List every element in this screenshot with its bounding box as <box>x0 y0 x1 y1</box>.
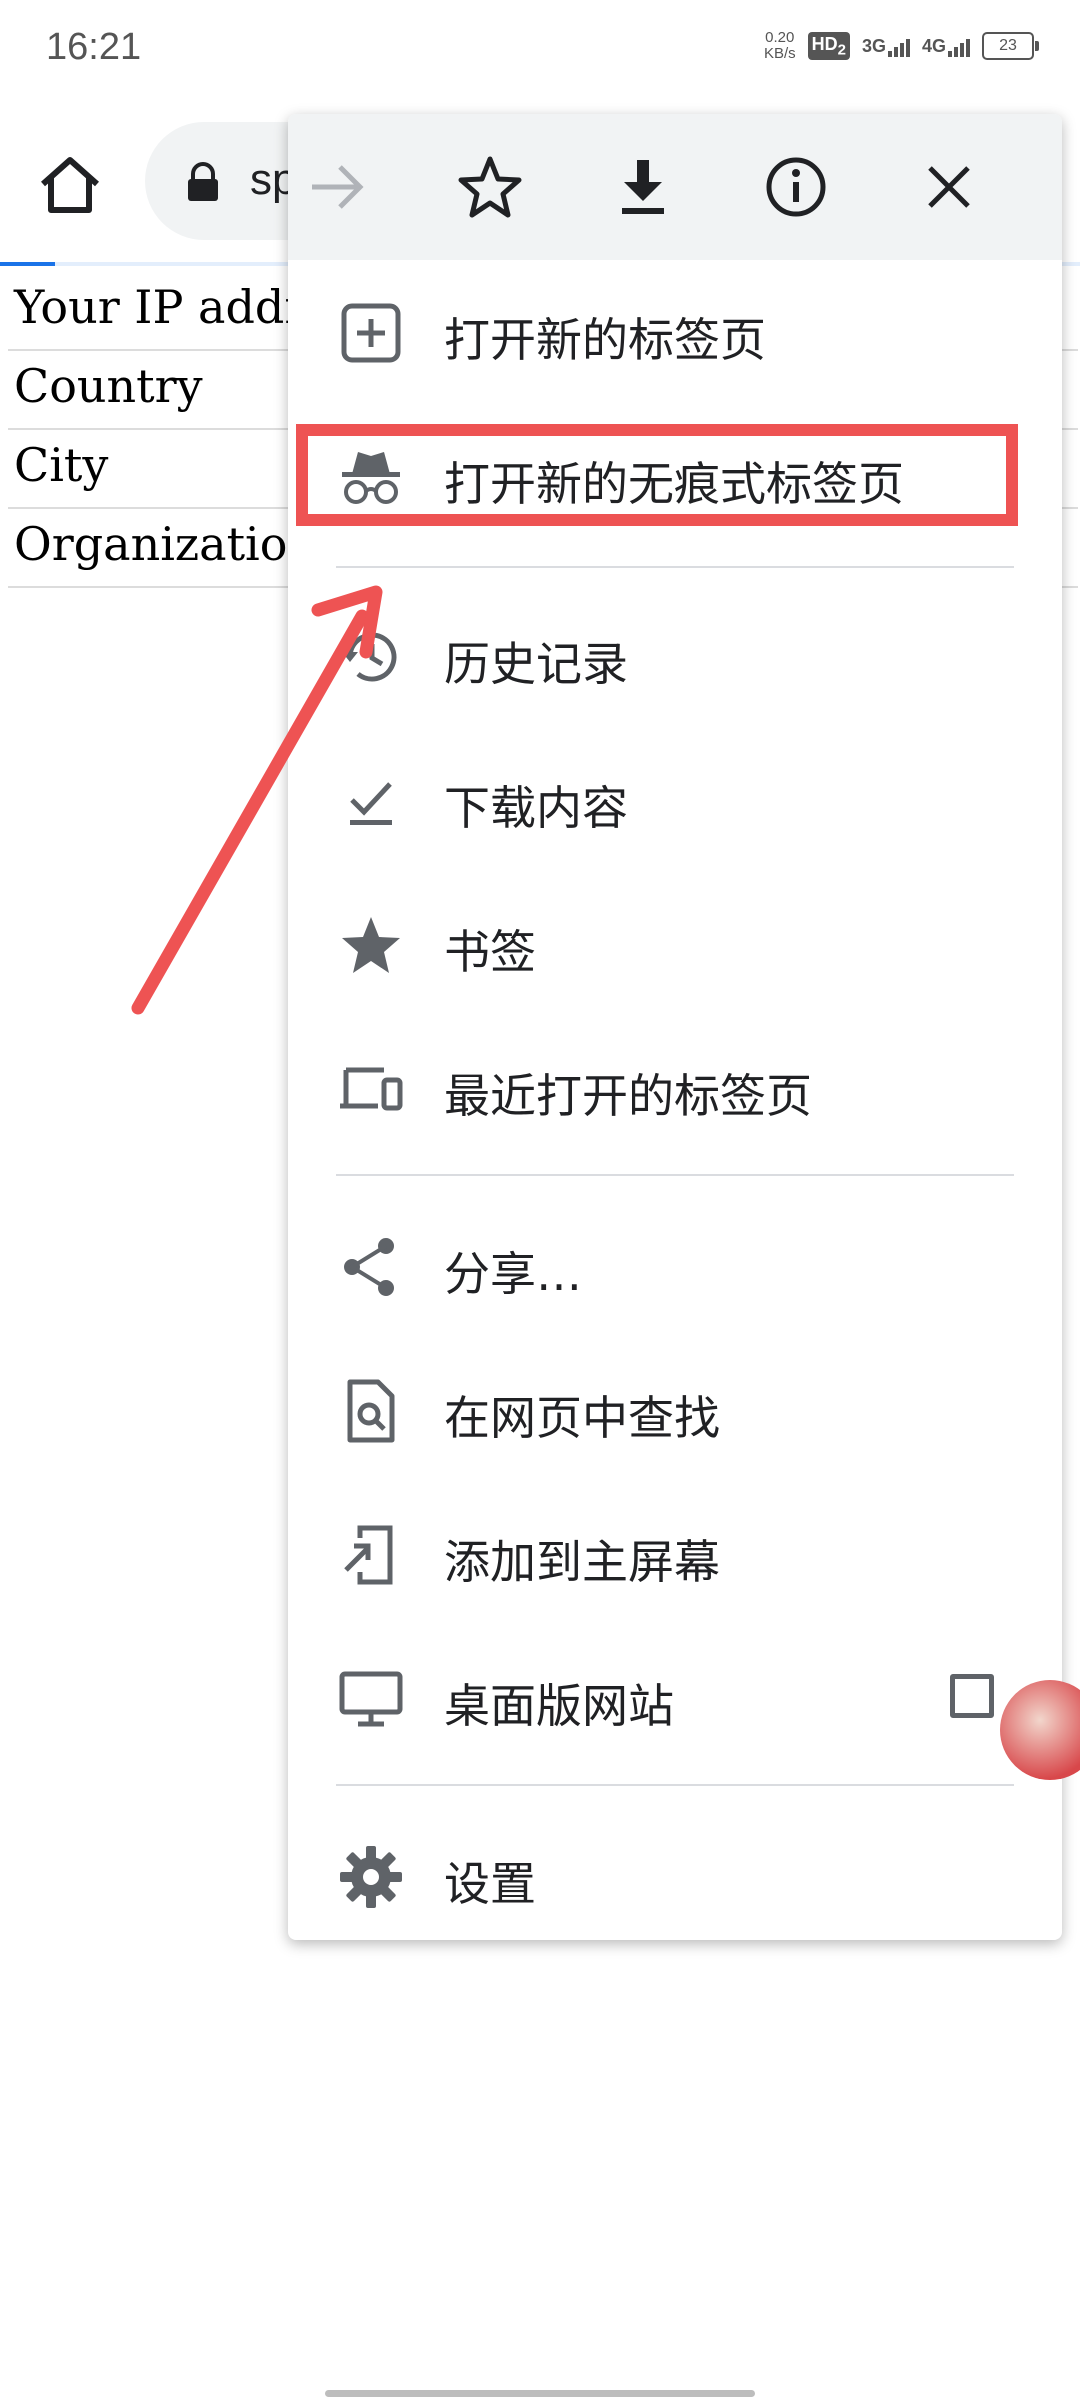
hd-voice-icon: HD2 <box>807 31 850 61</box>
signal-3g-icon: 3G <box>862 36 910 57</box>
menu-divider <box>336 1784 1014 1786</box>
menu-divider <box>336 1174 1014 1176</box>
desktop-icon <box>339 1671 403 1727</box>
menu-item-label: 书签 <box>444 925 536 979</box>
downloads-check-icon <box>350 782 392 825</box>
find-in-page-icon <box>347 1379 395 1443</box>
menu-item-new-tab[interactable]: 打开新的标签页 <box>288 260 1062 404</box>
menu-item-downloads[interactable]: 下载内容 <box>288 728 1062 872</box>
menu-item-label: 桌面版网站 <box>444 1679 674 1733</box>
status-bar: 16:21 0.20 KB/s HD2 3G 4G 23 <box>0 0 1080 100</box>
lock-icon <box>188 162 218 201</box>
menu-item-label: 分享… <box>444 1247 582 1301</box>
menu-item-find-in-page[interactable]: 在网页中查找 <box>288 1338 1062 1482</box>
menu-item-settings[interactable]: 设置 <box>288 1804 1062 1948</box>
status-time: 16:21 <box>46 26 142 68</box>
menu-item-label: 打开新的标签页 <box>444 313 766 367</box>
network-speed: 0.20 KB/s <box>763 29 796 62</box>
new-tab-icon <box>341 303 401 363</box>
menu-item-desktop-site[interactable]: 桌面版网站 <box>288 1626 1062 1770</box>
share-icon <box>344 1238 394 1296</box>
annotation-highlight-box <box>296 424 1018 526</box>
menu-item-label: 下载内容 <box>444 781 628 835</box>
menu-item-add-to-home[interactable]: 添加到主屏幕 <box>288 1482 1062 1626</box>
menu-action-row <box>288 114 1062 260</box>
menu-item-share[interactable]: 分享… <box>288 1194 1062 1338</box>
menu-divider <box>336 566 1014 568</box>
history-icon <box>342 632 397 682</box>
forward-icon[interactable] <box>302 152 372 222</box>
menu-item-label: 最近打开的标签页 <box>444 1069 812 1123</box>
desktop-site-checkbox[interactable] <box>950 1674 994 1718</box>
menu-item-bookmarks[interactable]: 书签 <box>288 872 1062 1016</box>
signal-4g-icon: 4G <box>922 36 970 57</box>
menu-item-label: 设置 <box>444 1857 536 1911</box>
menu-item-label: 添加到主屏幕 <box>444 1535 720 1589</box>
battery-icon: 23 <box>982 32 1039 60</box>
settings-gear-icon <box>340 1846 402 1908</box>
star-outline-icon[interactable] <box>455 152 525 222</box>
home-icon[interactable] <box>35 150 105 220</box>
bookmark-star-icon <box>342 917 400 973</box>
menu-item-recent-tabs[interactable]: 最近打开的标签页 <box>288 1016 1062 1160</box>
info-icon[interactable] <box>761 152 831 222</box>
menu-item-label: 在网页中查找 <box>444 1391 720 1445</box>
download-icon[interactable] <box>608 152 678 222</box>
menu-item-label: 历史记录 <box>444 637 628 691</box>
menu-item-history[interactable]: 历史记录 <box>288 584 1062 728</box>
add-to-home-icon <box>344 1525 393 1585</box>
overflow-menu: 打开新的标签页 打开新的无痕式标签页 历史记录 下载内容 书签 最近打开的标签页… <box>288 114 1062 1940</box>
status-icons: 0.20 KB/s HD2 3G 4G 23 <box>763 29 1039 62</box>
close-icon[interactable] <box>914 152 984 222</box>
devices-icon <box>340 1067 403 1111</box>
gesture-nav-handle[interactable] <box>325 2390 755 2397</box>
